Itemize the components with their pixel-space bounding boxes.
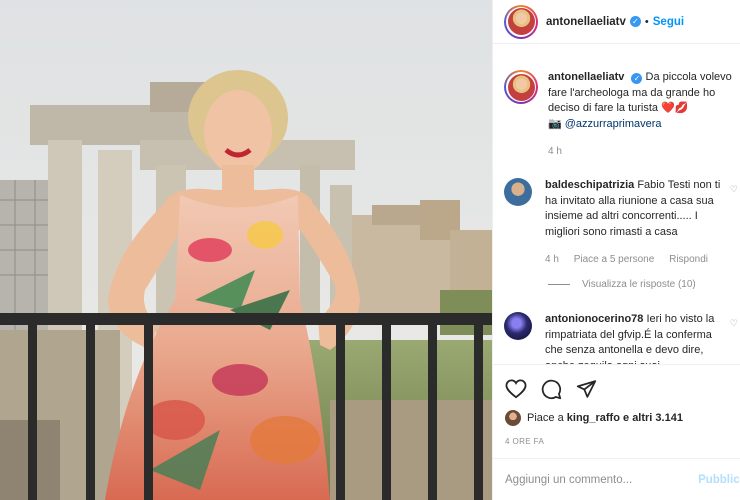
replies-divider [548,284,570,285]
caption: antonellaeliatv ✓ Da piccola volevo fare… [504,70,736,160]
publish-button[interactable]: Pubblica [698,474,740,486]
follow-button[interactable]: Segui [653,16,684,28]
mention-link[interactable]: @azzurraprimavera [565,118,662,130]
comment-item: baldeschipatrizia Fabio Testi non ti ha … [504,178,738,268]
instagram-post: antonellaeliatv ✓ • Segui antonellaeliat… [0,0,740,500]
avatar[interactable] [504,4,538,39]
post-header: antonellaeliatv ✓ • Segui [493,0,740,44]
likes-rest[interactable]: e altri 3.141 [623,412,683,424]
post-time[interactable]: 4 ORE FA [505,437,544,446]
header-username[interactable]: antonellaeliatv [546,16,626,28]
comment-input[interactable] [505,473,705,486]
reply-button[interactable]: Rispondi [669,254,708,265]
comment-username[interactable]: antonionocerino78 [545,313,643,325]
comment-item: antonionocerino78 Ieri ho visto la rimpa… [504,312,738,364]
liker-avatar [505,410,521,426]
comment-username[interactable]: baldeschipatrizia [545,179,634,191]
post-side-panel: antonellaeliatv ✓ • Segui antonellaeliat… [492,0,740,500]
comment-like-icon[interactable]: ♡ [730,184,738,195]
heart-icon[interactable] [505,379,527,399]
view-replies-label: Visualizza le risposte (10) [582,279,696,290]
comments-list[interactable]: antonellaeliatv ✓ Da piccola volevo fare… [493,44,740,364]
comment-like-icon[interactable]: ♡ [730,318,738,329]
comment-likes[interactable]: Piace a 5 persone [574,254,655,265]
verified-badge-icon: ✓ [631,73,643,84]
caption-time[interactable]: 4 h [548,146,562,157]
post-image [0,0,492,500]
comment-form: Pubblica [493,458,740,500]
caption-avatar[interactable] [504,70,538,104]
likes-user[interactable]: king_raffo [567,412,620,424]
verified-badge-icon: ✓ [629,16,641,27]
separator-dot: • [644,15,649,28]
post-photo[interactable] [0,0,492,500]
view-replies-button[interactable]: Visualizza le risposte (10) [548,279,696,290]
caption-username[interactable]: antonellaeliatv [548,71,624,83]
share-icon[interactable] [576,379,597,399]
actions-section: Piace a king_raffo e altri 3.141 4 ORE F… [493,364,740,499]
comment-avatar[interactable] [504,312,532,340]
likes-prefix: Piace a [527,412,564,424]
likes-summary[interactable]: Piace a king_raffo e altri 3.141 [505,410,683,426]
heart-emoji: ❤️💋 [661,102,689,114]
avatar-image [507,8,535,35]
comment-icon[interactable] [541,379,562,400]
comment-avatar[interactable] [504,178,532,206]
comment-time[interactable]: 4 h [545,254,559,265]
camera-icon: 📷 [548,117,562,130]
